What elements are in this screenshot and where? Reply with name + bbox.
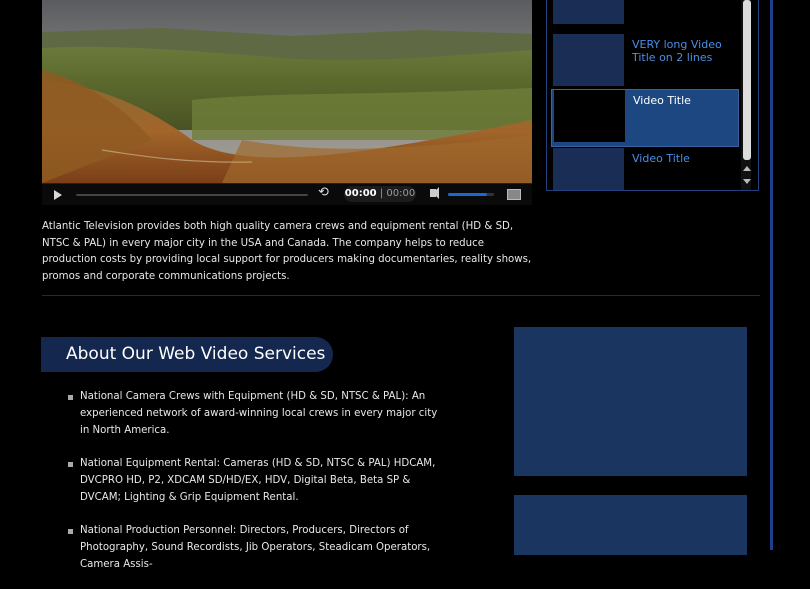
video-landscape-image <box>42 0 532 183</box>
volume-slider[interactable] <box>448 193 494 196</box>
about-heading-pill: About Our Web Video Services <box>41 337 333 372</box>
intro-paragraph: Atlantic Television provides both high q… <box>42 221 532 282</box>
playlist-item[interactable] <box>551 0 737 28</box>
time-display: 00:00 | 00:00 <box>344 186 416 202</box>
play-icon[interactable] <box>54 190 62 200</box>
sidebar-panel <box>514 495 747 555</box>
playlist-thumbnail <box>553 148 624 190</box>
time-separator: | <box>379 188 384 199</box>
service-item: National Camera Crews with Equipment (HD… <box>68 388 440 439</box>
about-heading: About Our Web Video Services <box>66 344 326 364</box>
page-right-border <box>770 0 773 550</box>
rewind-icon[interactable]: ⟲ <box>318 186 332 200</box>
seek-bar[interactable] <box>76 194 308 196</box>
time-total: 00:00 <box>386 188 416 199</box>
fullscreen-icon[interactable] <box>507 189 521 200</box>
service-item: National Production Personnel: Directors… <box>68 522 440 573</box>
service-item: National Equipment Rental: Cameras (HD &… <box>68 455 440 506</box>
time-current: 00:00 <box>344 188 377 199</box>
playlist-item[interactable]: VERY long Video Title on 2 lines <box>551 34 737 90</box>
playlist-item-title: Video Title <box>632 152 690 165</box>
playlist-thumbnail <box>553 34 624 86</box>
playlist-item[interactable]: Video Title <box>551 148 737 190</box>
playlist-thumbnail <box>553 0 624 24</box>
playlist-scroll-thumb[interactable] <box>743 0 751 160</box>
scroll-up-icon[interactable] <box>743 166 751 171</box>
playlist-thumbnail <box>554 90 625 142</box>
section-divider <box>42 295 760 296</box>
scroll-down-icon[interactable] <box>743 179 751 184</box>
playlist-item-active[interactable]: Video Title <box>551 89 739 147</box>
volume-level <box>448 193 488 196</box>
playlist-item-title: Video Title <box>633 94 691 107</box>
sidebar-panel <box>514 327 747 476</box>
video-playlist: VERY long Video Title on 2 lines Video T… <box>546 0 759 191</box>
playlist-item-title: VERY long Video Title on 2 lines <box>632 38 722 64</box>
services-list: National Camera Crews with Equipment (HD… <box>68 388 440 589</box>
volume-icon[interactable] <box>430 187 439 199</box>
video-frame[interactable] <box>42 0 532 183</box>
